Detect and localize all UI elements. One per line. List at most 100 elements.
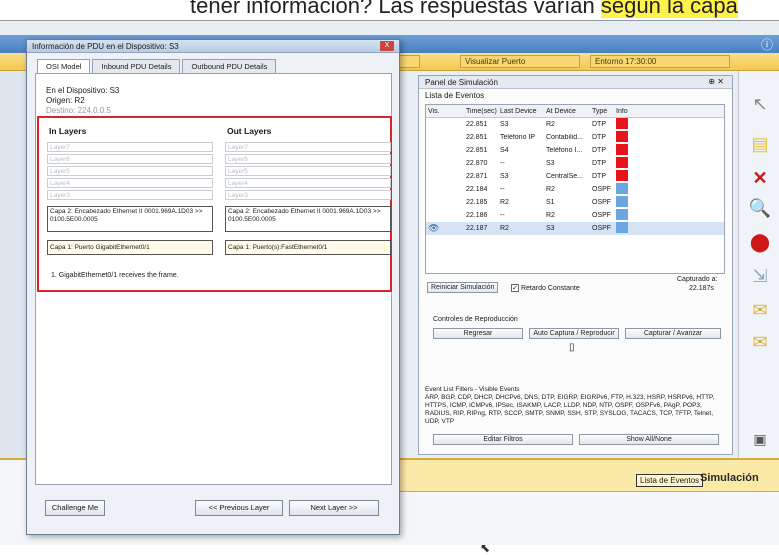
event-info-swatch[interactable] xyxy=(616,209,628,220)
delete-icon[interactable]: ✕ xyxy=(747,165,773,191)
in-layer-1[interactable]: Capa 1: Puerto GigabitEthernet0/1 xyxy=(47,240,213,255)
playback-slider[interactable]: ▯ xyxy=(569,342,575,353)
constant-delay-option[interactable]: ✓ Retardo Constante xyxy=(511,284,580,292)
in-layer-5[interactable]: Layer5 xyxy=(47,166,213,176)
layers-highlight-box: In Layers Out Layers Layer7 Layer6 Layer5 L… xyxy=(37,116,392,292)
out-layer-2[interactable]: Capa 2: Encabezado Ethernet II 0001.969A… xyxy=(225,206,391,232)
col-time[interactable]: Time(sec) xyxy=(464,108,498,115)
event-info-swatch[interactable] xyxy=(616,183,628,194)
inspect-icon[interactable]: 🔍 xyxy=(747,195,773,221)
event-info-swatch[interactable] xyxy=(616,131,628,142)
challenge-me-button[interactable]: Challenge Me xyxy=(45,500,105,516)
draw-ellipse-icon[interactable]: ⬤ xyxy=(747,229,773,255)
back-button[interactable]: Regresar xyxy=(433,328,523,339)
select-arrow-icon[interactable]: ↖ xyxy=(747,91,773,117)
col-vis[interactable]: Vis. xyxy=(426,108,464,115)
in-layers-title: In Layers xyxy=(49,126,87,136)
capture-forward-button[interactable]: Capturar / Avanzar xyxy=(625,328,721,339)
table-row[interactable]: 22.851 S3 R2 DTP xyxy=(426,118,724,131)
help-icon[interactable]: ⓘ xyxy=(761,36,773,53)
in-layer-2[interactable]: Capa 2: Encabezado Ethernet II 0001.969A… xyxy=(47,206,213,232)
constant-delay-label: Retardo Constante xyxy=(520,284,580,292)
event-info-cell[interactable] xyxy=(614,209,638,222)
add-simple-pdu-icon[interactable]: ✉ xyxy=(747,297,773,323)
event-info-cell[interactable] xyxy=(614,183,638,196)
event-info-cell[interactable] xyxy=(614,222,638,235)
event-info-swatch[interactable] xyxy=(616,157,628,168)
table-row[interactable]: 22.184 -- R2 OSPF xyxy=(426,183,724,196)
captured-value: 22.187s xyxy=(689,285,714,292)
reset-simulation-button[interactable]: Reiniciar Simulación xyxy=(427,282,499,293)
close-button[interactable]: X xyxy=(380,41,394,51)
table-row[interactable]: 22.851 S4 Teléfono I... DTP xyxy=(426,144,724,157)
previous-layer-button[interactable]: << Previous Layer xyxy=(195,500,283,516)
event-info-cell[interactable] xyxy=(614,144,638,157)
device-info: En el Dispositivo: S3 Origen: R2 Destino… xyxy=(46,86,119,116)
event-info-cell[interactable] xyxy=(614,157,638,170)
toolbar-environment[interactable]: Entorno 17:30:00 xyxy=(590,55,730,68)
event-info-cell[interactable] xyxy=(614,118,638,131)
event-time: 22.851 xyxy=(466,121,488,128)
constant-delay-checkbox[interactable]: ✓ xyxy=(511,284,519,292)
event-list-table[interactable]: Vis. Time(sec) Last Device At Device Typ… xyxy=(425,104,725,274)
in-layer-3[interactable]: Layer3 xyxy=(47,190,213,200)
col-type[interactable]: Type xyxy=(590,108,614,115)
filters-label: Event List Filters - Visible Events xyxy=(425,386,520,393)
event-type: DTP xyxy=(592,121,606,128)
edit-filters-button[interactable]: Editar Filtros xyxy=(433,434,573,445)
out-layer-5[interactable]: Layer5 xyxy=(225,166,391,176)
in-layer-7[interactable]: Layer7 xyxy=(47,142,213,152)
col-at-device[interactable]: At Device xyxy=(544,108,590,115)
event-info-swatch[interactable] xyxy=(616,118,628,129)
simulation-mode-label[interactable]: Simulación xyxy=(700,472,759,484)
event-info-cell[interactable] xyxy=(614,196,638,209)
table-row[interactable]: 22.185 R2 S1 OSPF xyxy=(426,196,724,209)
tab-outbound-pdu[interactable]: Outbound PDU Details xyxy=(182,59,277,73)
out-layers-title: Out Layers xyxy=(227,126,272,136)
realtime-mode-icon[interactable]: ▣ xyxy=(747,426,773,452)
event-at-device: S3 xyxy=(546,225,555,232)
pin-close-icon[interactable]: ⊕ ✕ xyxy=(708,77,724,86)
table-row[interactable]: 22.870 -- S3 DTP xyxy=(426,157,724,170)
in-layer-4[interactable]: Layer4 xyxy=(47,178,213,188)
col-info[interactable]: Info xyxy=(614,108,638,115)
simulation-panel: Panel de Simulación ⊕ ✕ Lista de Eventos… xyxy=(418,75,733,455)
event-last-device: S4 xyxy=(500,147,509,154)
out-layer-3[interactable]: Layer3 xyxy=(225,190,391,200)
show-all-button[interactable]: Show All/None xyxy=(579,434,719,445)
in-layer-6[interactable]: Layer6 xyxy=(47,154,213,164)
add-complex-pdu-icon[interactable]: ✉ xyxy=(747,329,773,355)
col-last-device[interactable]: Last Device xyxy=(498,108,544,115)
auto-capture-button[interactable]: Auto Captura / Reproducir xyxy=(529,328,619,339)
out-layer-1[interactable]: Capa 1: Puerto(s):FastEthernet0/1 xyxy=(225,240,391,255)
captured-label: Capturado a: xyxy=(677,276,718,283)
event-info-cell[interactable] xyxy=(614,170,638,183)
tab-inbound-pdu[interactable]: Inbound PDU Details xyxy=(92,59,181,73)
table-row[interactable]: 👁 22.187 R2 S3 OSPF xyxy=(426,222,724,235)
resize-icon[interactable]: ⇲ xyxy=(747,263,773,289)
event-info-swatch[interactable] xyxy=(616,222,628,233)
table-row[interactable]: 22.186 -- R2 OSPF xyxy=(426,209,724,222)
table-row[interactable]: 22.871 S3 CentralSe... DTP xyxy=(426,170,724,183)
filters-text: ARP, BGP, CDP, DHCP, DHCPv6, DNS, DTP, E… xyxy=(425,394,715,425)
tab-osi-model[interactable]: OSI Model xyxy=(37,59,91,73)
event-info-cell[interactable] xyxy=(614,131,638,144)
out-layer-4[interactable]: Layer4 xyxy=(225,178,391,188)
device-line: En el Dispositivo: S3 xyxy=(46,86,120,95)
out-layer-6[interactable]: Layer6 xyxy=(225,154,391,164)
event-info-swatch[interactable] xyxy=(616,196,628,207)
event-list-tab[interactable]: Lista de Eventos xyxy=(636,474,704,487)
out-layer-7[interactable]: Layer7 xyxy=(225,142,391,152)
table-row[interactable]: 22.851 Teléfono IP Contabilid... DTP xyxy=(426,131,724,144)
source-line: Origen: R2 xyxy=(46,96,85,105)
event-type: DTP xyxy=(592,160,606,167)
note-icon[interactable]: ▤ xyxy=(747,131,773,157)
event-at-device: S3 xyxy=(546,160,555,167)
event-info-swatch[interactable] xyxy=(616,144,628,155)
caption-strip: tener información? Las respuestas varían… xyxy=(0,0,779,20)
right-toolbar: ↖ ▤ ✕ 🔍 ⬤ ⇲ ✉ ✉ ▣ xyxy=(738,71,779,458)
event-type: OSPF xyxy=(592,199,612,206)
event-info-swatch[interactable] xyxy=(616,170,628,181)
toolbar-visualize-port[interactable]: Visualizar Puerto xyxy=(460,55,580,68)
next-layer-button[interactable]: Next Layer >> xyxy=(289,500,379,516)
